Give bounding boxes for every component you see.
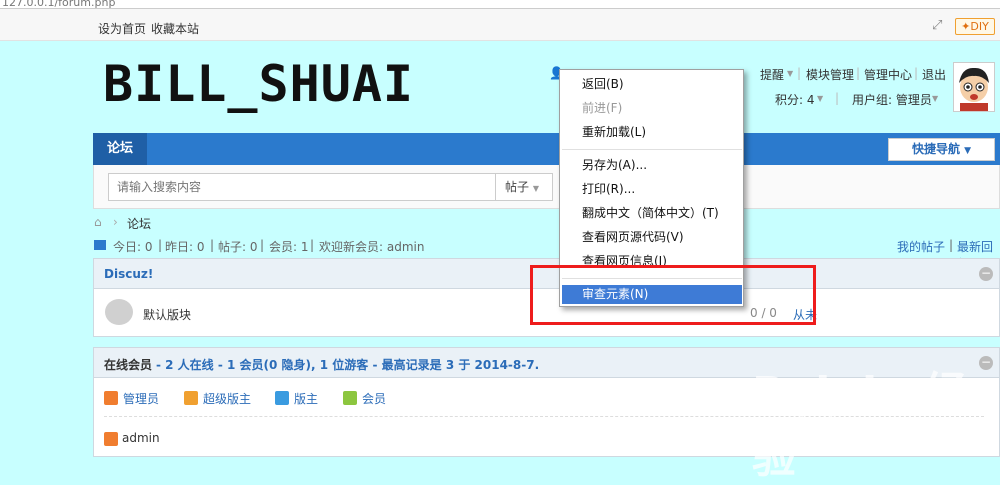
menu-item-forward[interactable]: 前进(F)	[582, 98, 622, 118]
online-user-admin[interactable]: admin	[122, 431, 160, 445]
admin-group-icon	[104, 391, 118, 405]
nav-item-forum[interactable]: 论坛	[93, 133, 147, 165]
user-group-link[interactable]: 用户组: 管理员	[852, 91, 932, 108]
search-type-select[interactable]: 帖子 ▼	[495, 173, 553, 201]
highlight-box	[530, 265, 816, 325]
separator: |	[260, 238, 265, 252]
admin-user-icon	[104, 432, 118, 446]
my-posts-link[interactable]: 我的帖子	[897, 238, 945, 255]
separator: |	[158, 238, 163, 252]
admin-center-link[interactable]: 管理中心	[864, 66, 912, 83]
site-logo[interactable]: BILL_SHUAI	[103, 56, 414, 112]
stat-members: 会员: 1	[269, 240, 309, 254]
menu-item-reload[interactable]: 重新加载(L)	[582, 122, 646, 142]
remind-link[interactable]: 提醒	[760, 66, 784, 83]
separator: |	[210, 238, 215, 252]
collapse-icon[interactable]: −	[979, 267, 993, 281]
forum-name[interactable]: 默认版块	[143, 306, 191, 323]
menu-item-print[interactable]: 打印(R)...	[582, 179, 635, 199]
separator: |	[914, 66, 919, 80]
menu-separator	[562, 149, 742, 150]
separator: |	[949, 238, 954, 252]
points-link[interactable]: 积分: 4	[775, 91, 815, 108]
watermark-url: jingyan.baidu.com	[800, 402, 939, 420]
breadcrumb-current[interactable]: 论坛	[127, 215, 151, 232]
menu-item-translate[interactable]: 翻成中文（简体中文）(T)	[582, 203, 719, 223]
separator: |	[835, 91, 840, 105]
category-title[interactable]: Discuz!	[104, 267, 153, 281]
logout-link[interactable]: 退出	[922, 66, 946, 83]
points-caret-icon[interactable]: ▼	[817, 94, 823, 103]
top-bar	[0, 9, 1000, 41]
separator: |	[797, 66, 802, 80]
stat-welcome[interactable]: 欢迎新会员: admin	[319, 238, 424, 255]
separator: |	[856, 66, 861, 80]
address-text: 127.0.0.1/forum.php	[2, 0, 116, 9]
address-bar[interactable]: 127.0.0.1/forum.php	[0, 0, 1000, 9]
home-icon[interactable]: ⌂	[94, 215, 102, 229]
diy-button[interactable]: ✦DIY	[955, 18, 995, 35]
super-mod-group-icon	[184, 391, 198, 405]
forum-icon	[105, 299, 133, 325]
chevron-down-icon: ▼	[964, 146, 972, 156]
set-home-link[interactable]: 设为首页	[98, 20, 146, 37]
legend-super-mod: 超级版主	[203, 392, 252, 406]
separator: |	[310, 238, 315, 252]
stat-today: 今日: 0	[113, 240, 153, 254]
legend-admin: 管理员	[123, 392, 160, 406]
member-group-icon	[343, 391, 357, 405]
quick-nav-button[interactable]: 快捷导航 ▼	[888, 138, 995, 161]
user-group-caret-icon[interactable]: ▼	[932, 94, 938, 103]
mod-group-icon	[275, 391, 289, 405]
menu-item-back[interactable]: 返回(B)	[582, 74, 624, 94]
legend-member: 会员	[362, 392, 387, 406]
online-label[interactable]: 在线会员	[104, 356, 152, 373]
menu-item-view-source[interactable]: 查看网页源代码(V)	[582, 227, 684, 247]
breadcrumb-separator: ›	[113, 215, 118, 229]
avatar[interactable]	[953, 62, 995, 112]
expand-icon[interactable]: ⤢	[932, 19, 946, 33]
stats-chart-icon	[94, 240, 106, 250]
stat-yesterday: 昨日: 0	[165, 240, 205, 254]
module-manage-link[interactable]: 模块管理	[806, 66, 854, 83]
stat-posts: 帖子: 0	[218, 240, 258, 254]
search-input[interactable]	[108, 173, 496, 201]
watermark-logo: Bai du 经验	[752, 368, 968, 483]
bookmark-link[interactable]: 收藏本站	[151, 20, 199, 37]
legend-mod: 版主	[294, 392, 319, 406]
menu-item-save-as[interactable]: 另存为(A)...	[582, 155, 647, 175]
online-summary: - 2 人在线 - 1 会员(0 隐身), 1 位游客 - 最高记录是 3 于 …	[156, 358, 540, 372]
remind-caret-icon[interactable]: ▼	[787, 69, 793, 78]
chevron-down-icon: ▼	[532, 184, 539, 193]
nav-bar	[93, 133, 1000, 165]
